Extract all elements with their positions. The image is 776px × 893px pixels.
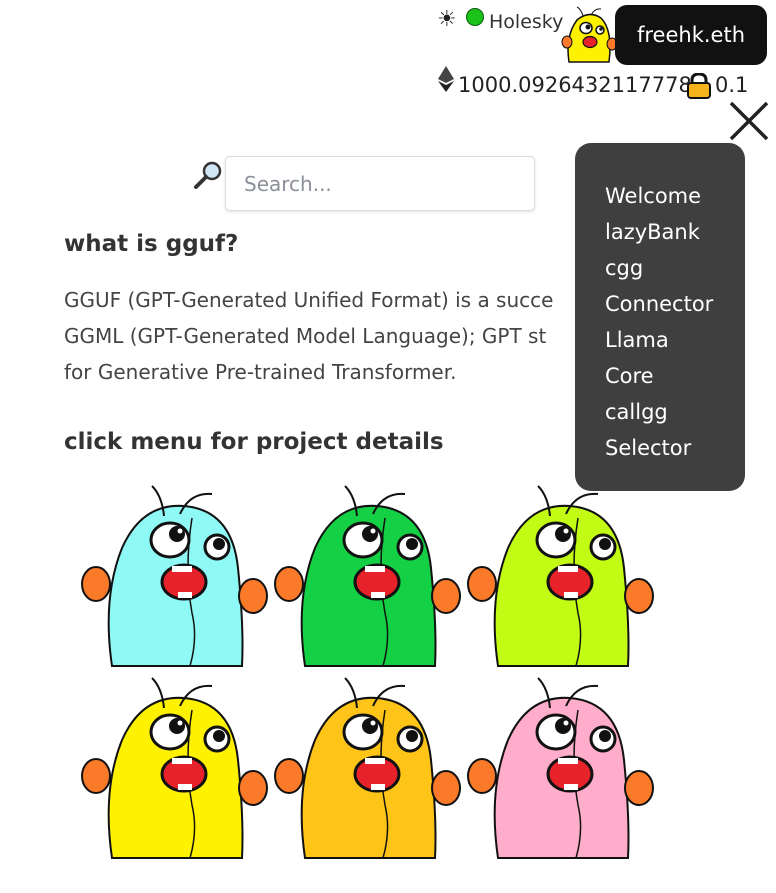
network-name[interactable]: Holesky <box>489 11 563 33</box>
heading-click-menu: click menu for project details <box>64 429 444 455</box>
menu-item-connector[interactable]: Connector <box>605 286 745 322</box>
project-menu: Welcome lazyBank cgg Connector Llama Cor… <box>575 143 745 491</box>
mascot-image-lime[interactable] <box>458 478 654 668</box>
locked-amount: 0.1 <box>715 73 749 97</box>
mascot-image-green[interactable] <box>265 478 461 668</box>
sun-icon[interactable]: ☀ <box>437 9 457 31</box>
magnifier-icon <box>194 161 222 189</box>
lock-icon <box>687 73 711 99</box>
mascot-image-pink[interactable] <box>458 670 654 860</box>
menu-item-selector[interactable]: Selector <box>605 430 745 466</box>
search-input[interactable] <box>225 156 535 211</box>
eth-balance: 1000.0926432117778 <box>458 73 692 97</box>
heading-what-is-gguf: what is gguf? <box>64 231 239 257</box>
account-button[interactable]: freehk.eth <box>615 5 767 65</box>
network-status-icon <box>466 8 484 26</box>
menu-item-callgg[interactable]: callgg <box>605 394 745 430</box>
top-bar: ☀ Holesky freehk.eth 1000.0926432117778 … <box>0 0 776 141</box>
menu-item-cgg[interactable]: cgg <box>605 250 745 286</box>
mascot-image-cyan[interactable] <box>72 478 268 668</box>
menu-item-llama[interactable]: Llama <box>605 322 745 358</box>
menu-item-core[interactable]: Core <box>605 358 745 394</box>
menu-item-lazybank[interactable]: lazyBank <box>605 214 745 250</box>
menu-item-welcome[interactable]: Welcome <box>605 178 745 214</box>
ethereum-icon <box>438 66 454 92</box>
avatar[interactable] <box>559 6 617 64</box>
mascot-image-yellow[interactable] <box>72 670 268 860</box>
close-icon[interactable] <box>728 100 770 142</box>
mascot-image-amber[interactable] <box>265 670 461 860</box>
mascot-grid <box>72 478 654 862</box>
